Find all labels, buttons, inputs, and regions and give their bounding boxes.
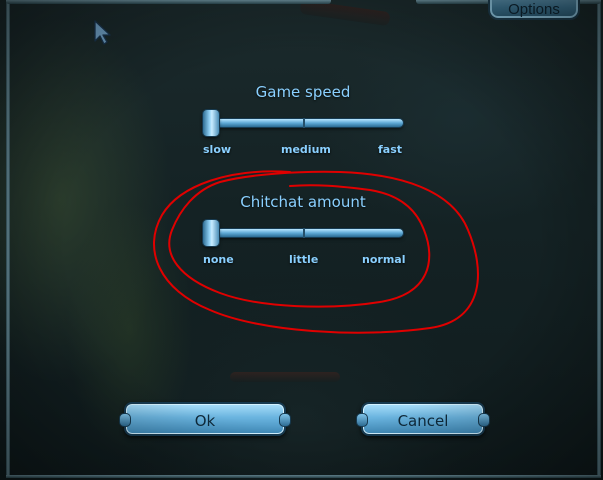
frame-left-border <box>6 0 10 476</box>
game-speed-slider[interactable] <box>203 109 403 137</box>
red-annotation-circle <box>153 170 479 334</box>
frame-bottom-border <box>6 475 601 478</box>
background-beam <box>230 372 340 382</box>
cancel-button[interactable]: Cancel <box>356 402 490 436</box>
ok-button[interactable]: Ok <box>119 402 291 436</box>
options-screen: Options Game speed slow medium fast Chit… <box>0 0 603 480</box>
tick-label-slow: slow <box>203 143 232 156</box>
slider-notch <box>303 118 305 128</box>
frame-right-border <box>597 0 601 476</box>
options-tab[interactable]: Options <box>488 0 580 20</box>
tick-label-medium: medium <box>281 143 331 156</box>
frame-top-border <box>6 0 331 4</box>
slider-track[interactable] <box>209 119 403 127</box>
slider-thumb[interactable] <box>203 110 219 136</box>
tick-label-fast: fast <box>378 143 403 156</box>
game-speed-title: Game speed <box>255 83 351 101</box>
mouse-cursor-icon <box>94 20 111 45</box>
